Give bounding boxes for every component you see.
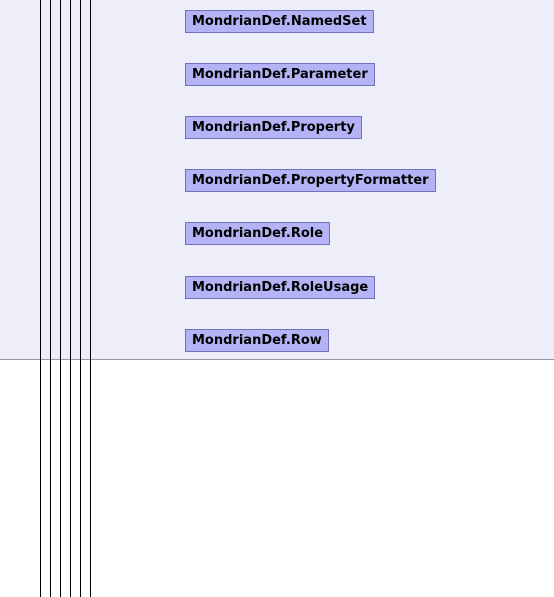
- connector-line-4: [70, 0, 71, 597]
- connector-line-6: [90, 0, 91, 597]
- class-box-roleusage[interactable]: MondrianDef.RoleUsage: [185, 276, 376, 299]
- connector-line-1: [40, 0, 41, 597]
- class-box-parameter[interactable]: MondrianDef.Parameter: [185, 63, 375, 86]
- connector-line-2: [50, 0, 51, 597]
- class-box-property[interactable]: MondrianDef.Property: [185, 116, 362, 139]
- class-box-row[interactable]: MondrianDef.Row: [185, 329, 329, 352]
- class-box-role[interactable]: MondrianDef.Role: [185, 222, 331, 245]
- connector-line-5: [80, 0, 81, 597]
- class-box-propertyformatter[interactable]: MondrianDef.PropertyFormatter: [185, 169, 436, 192]
- class-box-namedset[interactable]: MondrianDef.NamedSet: [185, 10, 374, 33]
- connector-line-3: [60, 0, 61, 597]
